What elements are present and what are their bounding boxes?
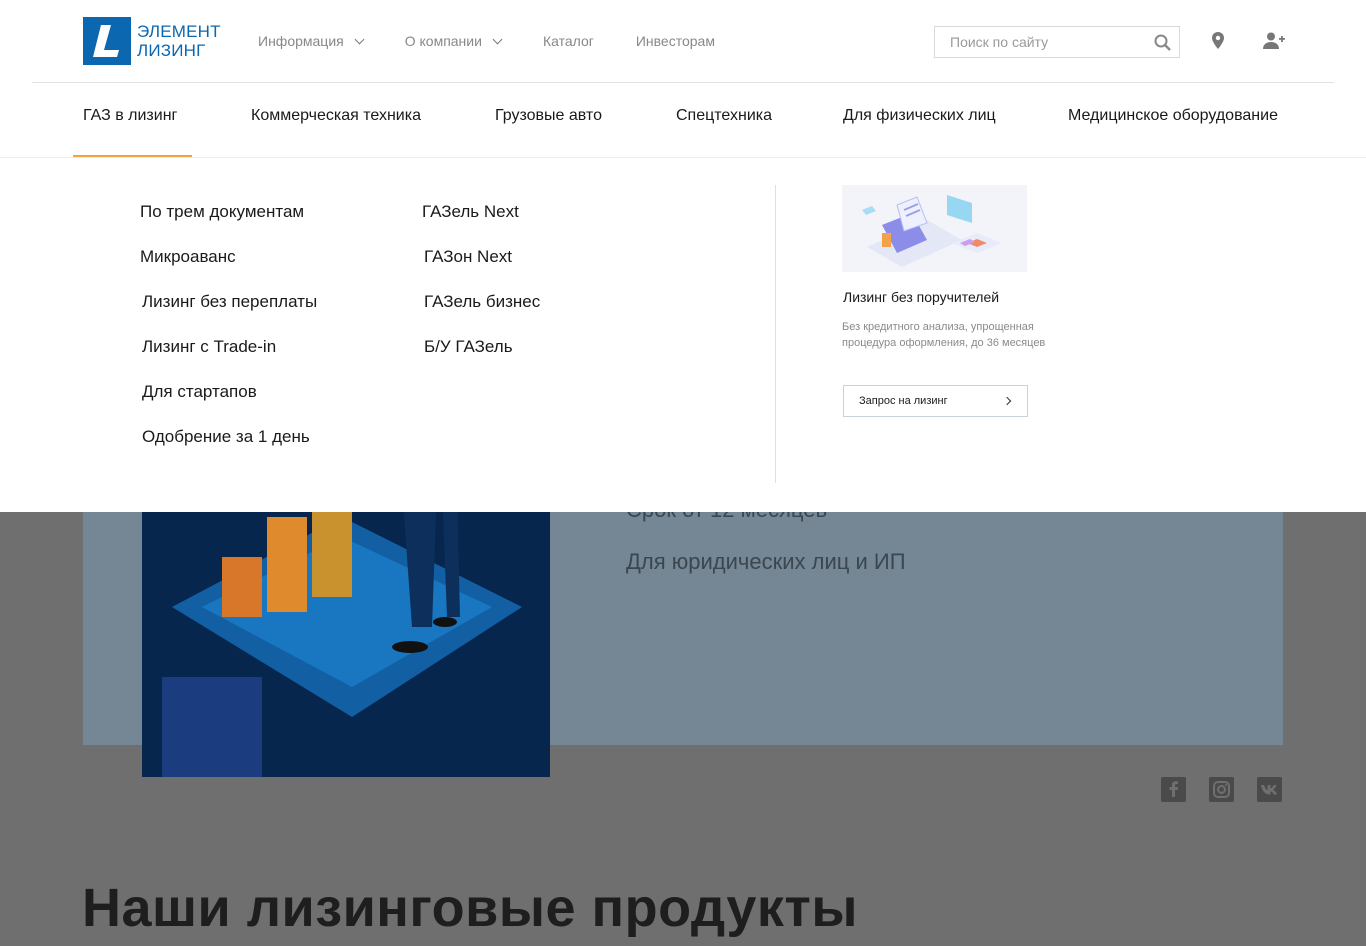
dropdown-link[interactable]: ГАЗель Next (422, 202, 519, 222)
category-gaz[interactable]: ГАЗ в лизинг (83, 107, 177, 125)
search-icon[interactable] (1153, 33, 1173, 58)
logo[interactable]: ЭЛЕМЕНТ ЛИЗИНГ (83, 17, 223, 65)
category-special-equipment[interactable]: Спецтехника (676, 107, 772, 125)
location-pin-icon[interactable] (1210, 31, 1226, 56)
lease-request-button-label: Запрос на лизинг (859, 395, 948, 407)
dropdown-link[interactable]: Лизинг без переплаты (142, 292, 317, 312)
promo-title: Лизинг без поручителей (843, 289, 1000, 305)
category-navigation: ГАЗ в лизинг Коммерческая техника Грузов… (0, 83, 1366, 157)
chevron-down-icon (492, 34, 503, 45)
dropdown-divider (775, 185, 776, 483)
search-box (934, 26, 1180, 58)
user-add-icon[interactable] (1263, 31, 1285, 56)
chevron-right-icon (1002, 396, 1012, 406)
dropdown-link[interactable]: Одобрение за 1 день (142, 427, 310, 447)
promo-description: Без кредитного анализа, упрощенная проце… (842, 321, 1046, 349)
nav-catalog[interactable]: Каталог (543, 32, 594, 50)
top-navigation: Информация О компании Каталог Инвесторам (258, 32, 757, 50)
nav-info[interactable]: Информация (258, 32, 365, 50)
lease-request-button[interactable]: Запрос на лизинг (843, 385, 1028, 417)
logo-text: ЭЛЕМЕНТ ЛИЗИНГ (137, 22, 221, 60)
nav-about-label: О компании (404, 33, 482, 49)
category-trucks[interactable]: Грузовые авто (495, 107, 602, 125)
dropdown-link[interactable]: По трем документам (140, 202, 304, 222)
facebook-icon[interactable] (1161, 777, 1186, 802)
category-individuals[interactable]: Для физических лиц (843, 107, 996, 125)
dropdown-link[interactable]: Б/У ГАЗель (424, 337, 513, 357)
header: ЭЛЕМЕНТ ЛИЗИНГ Информация О компании Кат… (0, 0, 1366, 82)
chevron-down-icon (354, 34, 365, 45)
dropdown-link[interactable]: ГАЗон Next (424, 247, 512, 267)
dropdown-link[interactable]: ГАЗель бизнес (424, 292, 540, 312)
logo-line-1: ЭЛЕМЕНТ (137, 22, 221, 41)
logo-mark-icon (83, 17, 131, 65)
section-title: Наши лизинговые продукты (82, 878, 858, 938)
category-dropdown: По трем документам Микроаванс Лизинг без… (0, 157, 1366, 512)
search-input[interactable] (935, 27, 1135, 57)
vk-icon[interactable] (1257, 777, 1282, 802)
dropdown-link[interactable]: Микроаванс (140, 247, 236, 267)
nav-investors[interactable]: Инвесторам (636, 32, 715, 50)
nav-catalog-label: Каталог (542, 33, 594, 49)
dropdown-link[interactable]: Для стартапов (142, 382, 257, 402)
banner-audience-text: Для юридических лиц и ИП (626, 549, 906, 574)
nav-about[interactable]: О компании (404, 32, 503, 50)
category-commercial[interactable]: Коммерческая техника (251, 107, 421, 125)
promo-illustration (842, 185, 1027, 272)
instagram-icon[interactable] (1209, 777, 1234, 802)
nav-info-label: Информация (258, 33, 344, 49)
logo-line-2: ЛИЗИНГ (137, 41, 206, 60)
page: Срок от 12 месяцев Для юридических лиц и… (0, 0, 1366, 946)
dropdown-link[interactable]: Лизинг с Trade-in (142, 337, 276, 357)
nav-investors-label: Инвесторам (635, 33, 715, 49)
category-medical[interactable]: Медицинское оборудование (1068, 107, 1278, 125)
